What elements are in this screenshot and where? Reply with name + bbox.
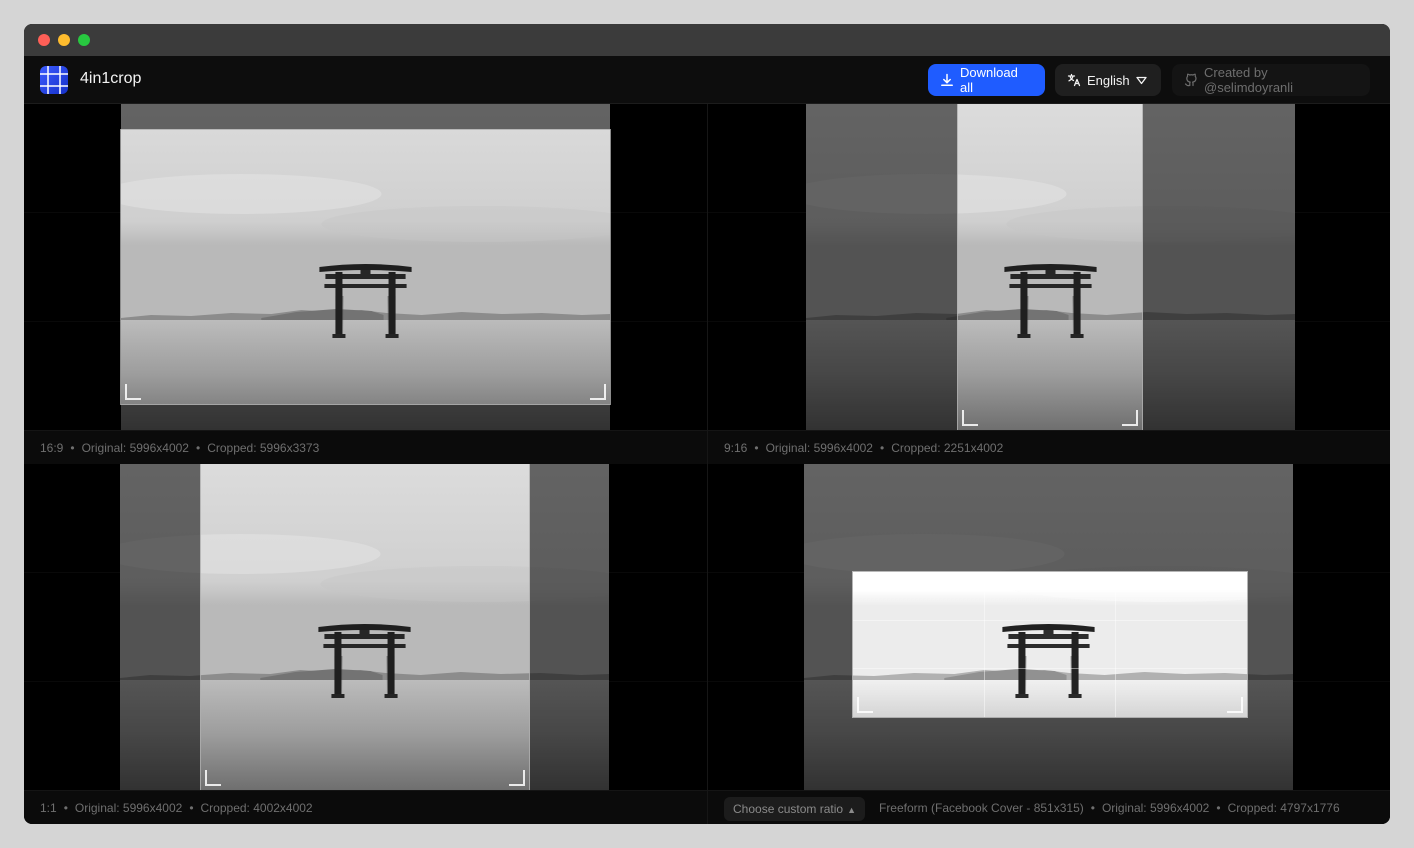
- crop-handle-bottom-right[interactable]: [590, 384, 606, 400]
- crop-area[interactable]: [852, 571, 1248, 718]
- crop-panel-16-9: 16:9 • Original: 5996x4002 • Cropped: 5996x3…: [24, 104, 707, 464]
- ratio-label: 9:16: [724, 441, 748, 455]
- original-size: Original: 5996x4002: [81, 441, 189, 455]
- crop-handle-bottom-right[interactable]: [1122, 410, 1138, 426]
- crop-handle-bottom-left[interactable]: [962, 410, 978, 426]
- app-title: 4in1crop: [80, 70, 142, 87]
- crop-panel-9-16: 9:16 • Original: 5996x4002 • Cropped: 2251x4…: [707, 104, 1390, 464]
- crop-handle-bottom-right[interactable]: [1227, 697, 1243, 713]
- cropped-image: [201, 464, 529, 790]
- download-icon: [941, 73, 953, 87]
- custom-ratio-label: Choose custom ratio: [733, 801, 844, 816]
- github-credit-link[interactable]: Created by @selimdoyranli: [1172, 64, 1370, 96]
- close-window-button[interactable]: [38, 34, 50, 46]
- download-all-button[interactable]: Download all: [928, 64, 1045, 96]
- translate-icon: [1067, 73, 1081, 87]
- cropped-size: Cropped: 2251x4002: [891, 441, 1004, 455]
- ratio-label: Freeform (Facebook Cover - 851x315): [878, 801, 1084, 815]
- crop-area[interactable]: [200, 464, 530, 790]
- app-logo-icon: [40, 66, 68, 94]
- credit-label: Created by @selimdoyranli: [1204, 65, 1294, 95]
- ratio-label: 16:9: [40, 441, 64, 455]
- crop-canvas[interactable]: [708, 104, 1390, 430]
- cropped-image: [121, 130, 610, 404]
- language-label: English: [1087, 72, 1130, 88]
- crop-info-bar: 1:1 • Original: 5996x4002 • Cropped: 4002x40…: [24, 790, 707, 824]
- app-window: 4in1crop Download all English Created by…: [24, 24, 1390, 824]
- title-bar: [24, 24, 1390, 56]
- language-select[interactable]: English: [1055, 64, 1161, 96]
- minimize-window-button[interactable]: [58, 34, 70, 46]
- crop-canvas[interactable]: [24, 104, 707, 430]
- cropped-image: [853, 572, 1247, 717]
- original-size: Original: 5996x4002: [765, 441, 873, 455]
- cropped-size: Cropped: 4002x4002: [200, 801, 313, 815]
- crop-handle-bottom-left[interactable]: [125, 384, 141, 400]
- app-header: 4in1crop Download all English Created by…: [24, 56, 1390, 104]
- original-size: Original: 5996x4002: [1101, 801, 1210, 815]
- choose-custom-ratio-button[interactable]: Choose custom ratio ▲: [724, 796, 865, 821]
- crop-canvas[interactable]: [24, 464, 707, 790]
- crop-handle-bottom-right[interactable]: [509, 770, 525, 786]
- ratio-label: 1:1: [40, 801, 57, 815]
- crop-canvas[interactable]: [708, 464, 1390, 790]
- crop-area[interactable]: [957, 104, 1143, 430]
- cropped-image: [958, 104, 1142, 430]
- caret-down-icon: [1135, 76, 1147, 84]
- chevron-up-icon: ▲: [847, 804, 856, 815]
- crop-area[interactable]: [120, 129, 611, 405]
- crop-handle-bottom-left[interactable]: [205, 770, 221, 786]
- crop-info-bar: 16:9 • Original: 5996x4002 • Cropped: 5996x3…: [24, 430, 707, 464]
- download-all-label: Download all: [960, 65, 1018, 95]
- crop-panel-1-1: 1:1 • Original: 5996x4002 • Cropped: 4002x40…: [24, 464, 707, 824]
- cropped-size: Cropped: 4797x1776: [1227, 801, 1340, 815]
- maximize-window-button[interactable]: [78, 34, 90, 46]
- crop-info-bar: 9:16 • Original: 5996x4002 • Cropped: 2251x4…: [708, 430, 1390, 464]
- cropped-size: Cropped: 5996x3373: [207, 441, 320, 455]
- original-size: Original: 5996x4002: [74, 801, 183, 815]
- crop-panel-freeform: Choose custom ratio ▲ Freeform (Facebook C…: [707, 464, 1390, 824]
- github-icon: [1184, 73, 1197, 87]
- crop-handle-bottom-left[interactable]: [857, 697, 873, 713]
- crop-info-bar: Choose custom ratio ▲ Freeform (Facebook C…: [708, 790, 1390, 824]
- crop-grid: 16:9 • Original: 5996x4002 • Cropped: 5996x3…: [24, 104, 1390, 824]
